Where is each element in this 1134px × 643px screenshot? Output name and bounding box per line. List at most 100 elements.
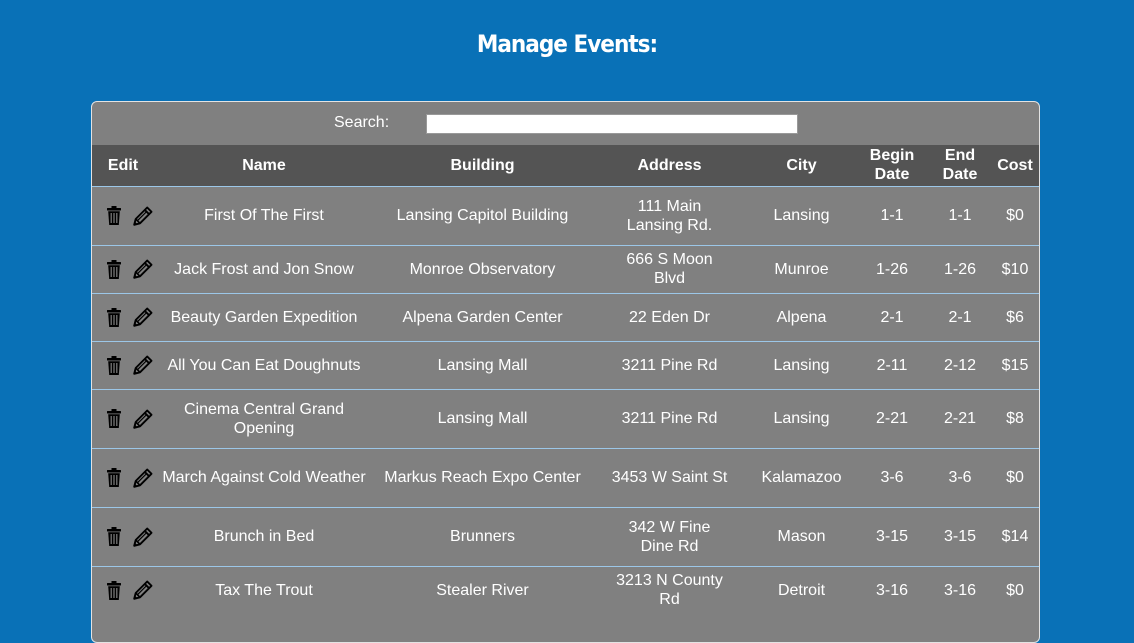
cell-building: Monroe Observatory: [374, 244, 591, 293]
cell-building: Markus Reach Expo Center: [374, 447, 591, 507]
trash-icon[interactable]: [107, 307, 121, 327]
trash-icon[interactable]: [107, 206, 121, 225]
header-cost[interactable]: Cost: [991, 145, 1039, 186]
cell-address: 3211 Pine Rd: [591, 388, 748, 448]
cell-city: Alpena: [748, 292, 855, 341]
cell-city: Detroit: [748, 565, 855, 614]
events-panel: Search: Edit Name Building Address City …: [91, 101, 1040, 643]
cell-name: Jack Frost and Jon Snow: [154, 244, 374, 293]
cell-name: All You Can Eat Doughnuts: [154, 340, 374, 389]
cell-name: Brunch in Bed: [154, 506, 374, 566]
cell-cost: $0: [991, 565, 1039, 614]
row-actions: [92, 388, 154, 448]
pencil-icon[interactable]: [133, 355, 153, 375]
table-row: Jack Frost and Jon Snow Monroe Observato…: [92, 244, 1039, 293]
cell-address: 3213 N County Rd: [591, 565, 748, 614]
header-begin-date[interactable]: Begin Date: [855, 145, 929, 186]
cell-cost: $0: [991, 447, 1039, 507]
table-row: Beauty Garden Expedition Alpena Garden C…: [92, 292, 1039, 341]
cell-city: Munroe: [748, 244, 855, 293]
cell-cost: $0: [991, 185, 1039, 245]
cell-begin-date: 1-1: [855, 185, 929, 245]
row-actions: [92, 185, 154, 245]
cell-end-date: 3-15: [929, 506, 991, 566]
cell-end-date: 3-6: [929, 447, 991, 507]
trash-icon[interactable]: [107, 527, 121, 546]
search-bar: Search:: [92, 102, 1039, 145]
cell-city: Mason: [748, 506, 855, 566]
cell-begin-date: 2-21: [855, 388, 929, 448]
header-name[interactable]: Name: [154, 145, 374, 186]
cell-name: March Against Cold Weather: [154, 447, 374, 507]
header-edit: Edit: [107, 156, 139, 174]
pencil-icon[interactable]: [133, 580, 153, 600]
cell-address: 111 Main Lansing Rd.: [591, 185, 748, 245]
cell-address: 342 W Fine Dine Rd: [591, 506, 748, 566]
cell-cost: $10: [991, 244, 1039, 293]
table-row: First Of The First Lansing Capitol Build…: [92, 185, 1039, 245]
cell-building: Lansing Mall: [374, 388, 591, 448]
cell-building: Lansing Mall: [374, 340, 591, 389]
header-building[interactable]: Building: [374, 145, 591, 186]
search-label: Search:: [334, 114, 390, 131]
header-city[interactable]: City: [748, 145, 855, 186]
cell-begin-date: 3-16: [855, 565, 929, 614]
row-actions: [92, 447, 154, 507]
cell-address: 22 Eden Dr: [591, 292, 748, 341]
cell-end-date: 1-1: [929, 185, 991, 245]
cell-building: Stealer River: [374, 565, 591, 614]
pencil-icon[interactable]: [133, 206, 153, 226]
cell-cost: $14: [991, 506, 1039, 566]
cell-end-date: 2-12: [929, 340, 991, 389]
cell-name: Beauty Garden Expedition: [154, 292, 374, 341]
pencil-icon[interactable]: [133, 527, 153, 547]
pencil-icon[interactable]: [133, 259, 153, 279]
row-actions: [92, 565, 154, 614]
table-row: Tax The Trout Stealer River 3213 N Count…: [92, 565, 1039, 614]
search-input[interactable]: [426, 114, 798, 134]
cell-begin-date: 2-1: [855, 292, 929, 341]
table-header-row: Edit Name Building Address City Begin Da…: [92, 145, 1039, 186]
cell-building: Brunners: [374, 506, 591, 566]
header-end-date[interactable]: End Date: [929, 145, 991, 186]
cell-begin-date: 3-6: [855, 447, 929, 507]
cell-end-date: 1-26: [929, 244, 991, 293]
cell-address: 3211 Pine Rd: [591, 340, 748, 389]
pencil-icon[interactable]: [133, 307, 153, 327]
row-actions: [92, 506, 154, 566]
cell-name: Cinema Central Grand Opening: [154, 388, 374, 448]
cell-end-date: 2-21: [929, 388, 991, 448]
trash-icon[interactable]: [107, 580, 121, 600]
cell-cost: $6: [991, 292, 1039, 341]
cell-begin-date: 3-15: [855, 506, 929, 566]
cell-cost: $15: [991, 340, 1039, 389]
row-actions: [92, 340, 154, 389]
cell-city: Lansing: [748, 388, 855, 448]
pencil-icon[interactable]: [133, 468, 153, 488]
cell-name: First Of The First: [154, 185, 374, 245]
table-row: All You Can Eat Doughnuts Lansing Mall 3…: [92, 340, 1039, 389]
cell-begin-date: 1-26: [855, 244, 929, 293]
cell-name: Tax The Trout: [154, 565, 374, 614]
trash-icon[interactable]: [107, 468, 121, 487]
cell-address: 3453 W Saint St: [591, 447, 748, 507]
header-address[interactable]: Address: [591, 145, 748, 186]
cell-cost: $8: [991, 388, 1039, 448]
cell-city: Lansing: [748, 185, 855, 245]
cell-city: Kalamazoo: [748, 447, 855, 507]
cell-end-date: 3-16: [929, 565, 991, 614]
cell-end-date: 2-1: [929, 292, 991, 341]
page-title: Manage Events:: [476, 30, 658, 58]
pencil-icon[interactable]: [133, 409, 153, 429]
table-row: Brunch in Bed Brunners 342 W Fine Dine R…: [92, 506, 1039, 566]
cell-building: Lansing Capitol Building: [374, 185, 591, 245]
cell-city: Lansing: [748, 340, 855, 389]
events-table: Edit Name Building Address City Begin Da…: [92, 145, 1039, 614]
cell-begin-date: 2-11: [855, 340, 929, 389]
table-row: Cinema Central Grand Opening Lansing Mal…: [92, 388, 1039, 448]
trash-icon[interactable]: [107, 355, 121, 375]
trash-icon[interactable]: [107, 409, 121, 428]
table-row: March Against Cold Weather Markus Reach …: [92, 447, 1039, 507]
trash-icon[interactable]: [107, 259, 121, 279]
row-actions: [92, 292, 154, 341]
